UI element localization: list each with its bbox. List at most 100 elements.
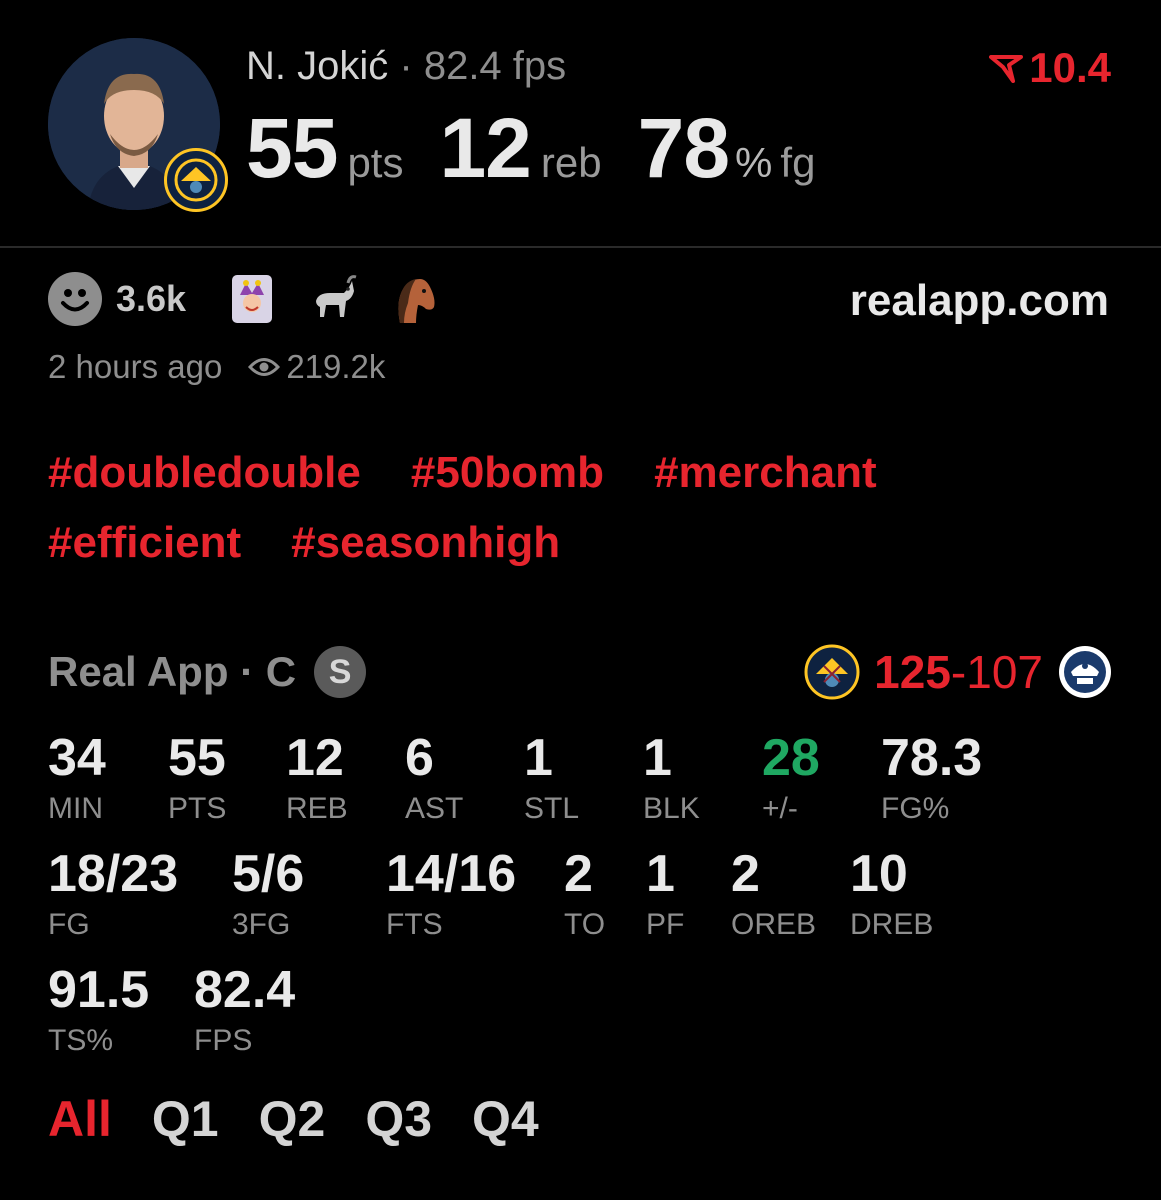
stat-fg: 18/23 FG (48, 846, 178, 942)
stat-label: PF (646, 908, 685, 941)
smiley-reaction-icon[interactable] (48, 272, 102, 326)
tab-q3[interactable]: Q3 (365, 1090, 432, 1148)
home-score: 125 (874, 646, 951, 698)
stat-stl: 1 STL (524, 730, 579, 826)
game-score[interactable]: 125 - 107 (804, 644, 1113, 700)
headline-stats: 55 pts 12 reb 78 % fg (246, 100, 815, 197)
reaction-count: 3.6k (116, 278, 187, 319)
stat-value: 6 (405, 729, 434, 787)
headline-rebounds-unit: reb (540, 139, 602, 186)
stat-value: 91.5 (48, 961, 150, 1019)
stat-value: 55 (168, 729, 226, 787)
tab-all[interactable]: All (48, 1090, 112, 1148)
hashtag[interactable]: #efficient (48, 518, 241, 568)
hashtag[interactable]: #merchant (654, 448, 877, 498)
stat-label: BLK (643, 792, 700, 825)
stat-label: FG% (881, 792, 950, 825)
tab-q2[interactable]: Q2 (259, 1090, 326, 1148)
stat-source: Real App · C (48, 648, 297, 695)
rating-value: 10.4 (1029, 44, 1111, 91)
headline-points-unit: pts (347, 139, 404, 186)
player-name-line: N. Jokić · 82.4 fps (246, 44, 566, 89)
stat-label: FG (48, 908, 90, 941)
nuggets-logo-icon (804, 644, 860, 700)
stat-value: 10 (850, 845, 908, 903)
stat-source-row: Real App · C S (48, 646, 367, 698)
stat-min: 34 MIN (48, 730, 106, 826)
stat-value: 34 (48, 729, 106, 787)
stat-label: DREB (850, 908, 934, 941)
view-count-value: 219.2k (286, 348, 386, 385)
stat-3fg: 5/6 3FG (232, 846, 304, 942)
stat-label: STL (524, 792, 580, 825)
hashtag-list: #doubledouble #50bomb #merchant #efficie… (48, 448, 1108, 568)
fps-label: 82.4 fps (423, 44, 567, 88)
hashtag[interactable]: #seasonhigh (291, 518, 560, 568)
stat-reb: 12 REB (286, 730, 348, 826)
tab-q1[interactable]: Q1 (152, 1090, 219, 1148)
stat-fts: 14/16 FTS (386, 846, 516, 942)
stat-fps: 82.4 FPS (194, 962, 295, 1058)
stat-value: 78.3 (881, 729, 983, 787)
stat-blk: 1 BLK (643, 730, 700, 826)
headline-fg-percent: % (735, 139, 773, 186)
stat-value: 2 (564, 845, 593, 903)
headline-points: 55 (246, 101, 338, 195)
stat-value: 12 (286, 729, 344, 787)
stat-label: TO (564, 908, 606, 941)
stat-pf: 1 PF (646, 846, 684, 942)
stat-plus-minus: 28 +/- (762, 730, 820, 826)
stat-label: MIN (48, 792, 103, 825)
stat-oreb: 2 OREB (731, 846, 816, 942)
stat-label: REB (286, 792, 348, 825)
headline-fg-unit: fg (780, 139, 816, 186)
stat-label: OREB (731, 908, 817, 941)
headline-fg: 78 (637, 101, 730, 195)
timestamp: 2 hours ago (48, 348, 223, 385)
meta-row: 2 hours ago 219.2k (48, 348, 385, 386)
stat-value: 2 (731, 845, 760, 903)
stat-fg-pct: 78.3 FG% (881, 730, 982, 826)
stat-value: 1 (524, 729, 553, 787)
stat-label: 3FG (232, 908, 291, 941)
reactions-row: 3.6k (48, 272, 466, 326)
stat-pts: 55 PTS (168, 730, 226, 826)
stat-dreb: 10 DREB (850, 846, 933, 942)
player-avatar[interactable] (48, 38, 228, 212)
score-separator: - (950, 646, 967, 698)
stat-value: 14/16 (386, 845, 517, 903)
stat-value: 1 (643, 729, 672, 787)
away-score: 107 (966, 646, 1043, 698)
quarter-tabs: All Q1 Q2 Q3 Q4 (48, 1090, 539, 1148)
stat-value: 28 (762, 729, 820, 787)
stat-value: 82.4 (194, 961, 296, 1019)
stat-to: 2 TO (564, 846, 605, 942)
joker-card-emoji-icon[interactable] (226, 273, 278, 325)
stat-label: FPS (194, 1024, 253, 1057)
stat-ast: 6 AST (405, 730, 463, 826)
eye-icon (248, 358, 281, 376)
player-name[interactable]: N. Jokić (246, 44, 388, 88)
stat-ts-pct: 91.5 TS% (48, 962, 149, 1058)
header-divider (0, 246, 1161, 248)
tab-q4[interactable]: Q4 (472, 1090, 539, 1148)
opponent-logo-icon (1059, 646, 1111, 698)
s-badge-icon: S (314, 646, 367, 698)
stat-label: +/- (762, 792, 798, 825)
stat-label: PTS (168, 792, 227, 825)
hashtag[interactable]: #50bomb (411, 448, 604, 498)
separator: · (399, 44, 413, 88)
horse-emoji-icon[interactable] (386, 273, 438, 325)
view-count: 219.2k (248, 348, 385, 386)
stat-label: FTS (386, 908, 443, 941)
stat-label: AST (405, 792, 464, 825)
rating-badge[interactable]: 10.4 (989, 44, 1111, 92)
site-link[interactable]: realapp.com (850, 276, 1109, 326)
headline-rebounds: 12 (439, 101, 531, 195)
hashtag[interactable]: #doubledouble (48, 448, 361, 498)
stat-label: TS% (48, 1024, 114, 1057)
real-logo-icon (989, 55, 1024, 83)
goat-emoji-icon[interactable] (306, 273, 358, 325)
stat-value: 5/6 (232, 845, 305, 903)
nuggets-logo-icon (164, 148, 228, 212)
